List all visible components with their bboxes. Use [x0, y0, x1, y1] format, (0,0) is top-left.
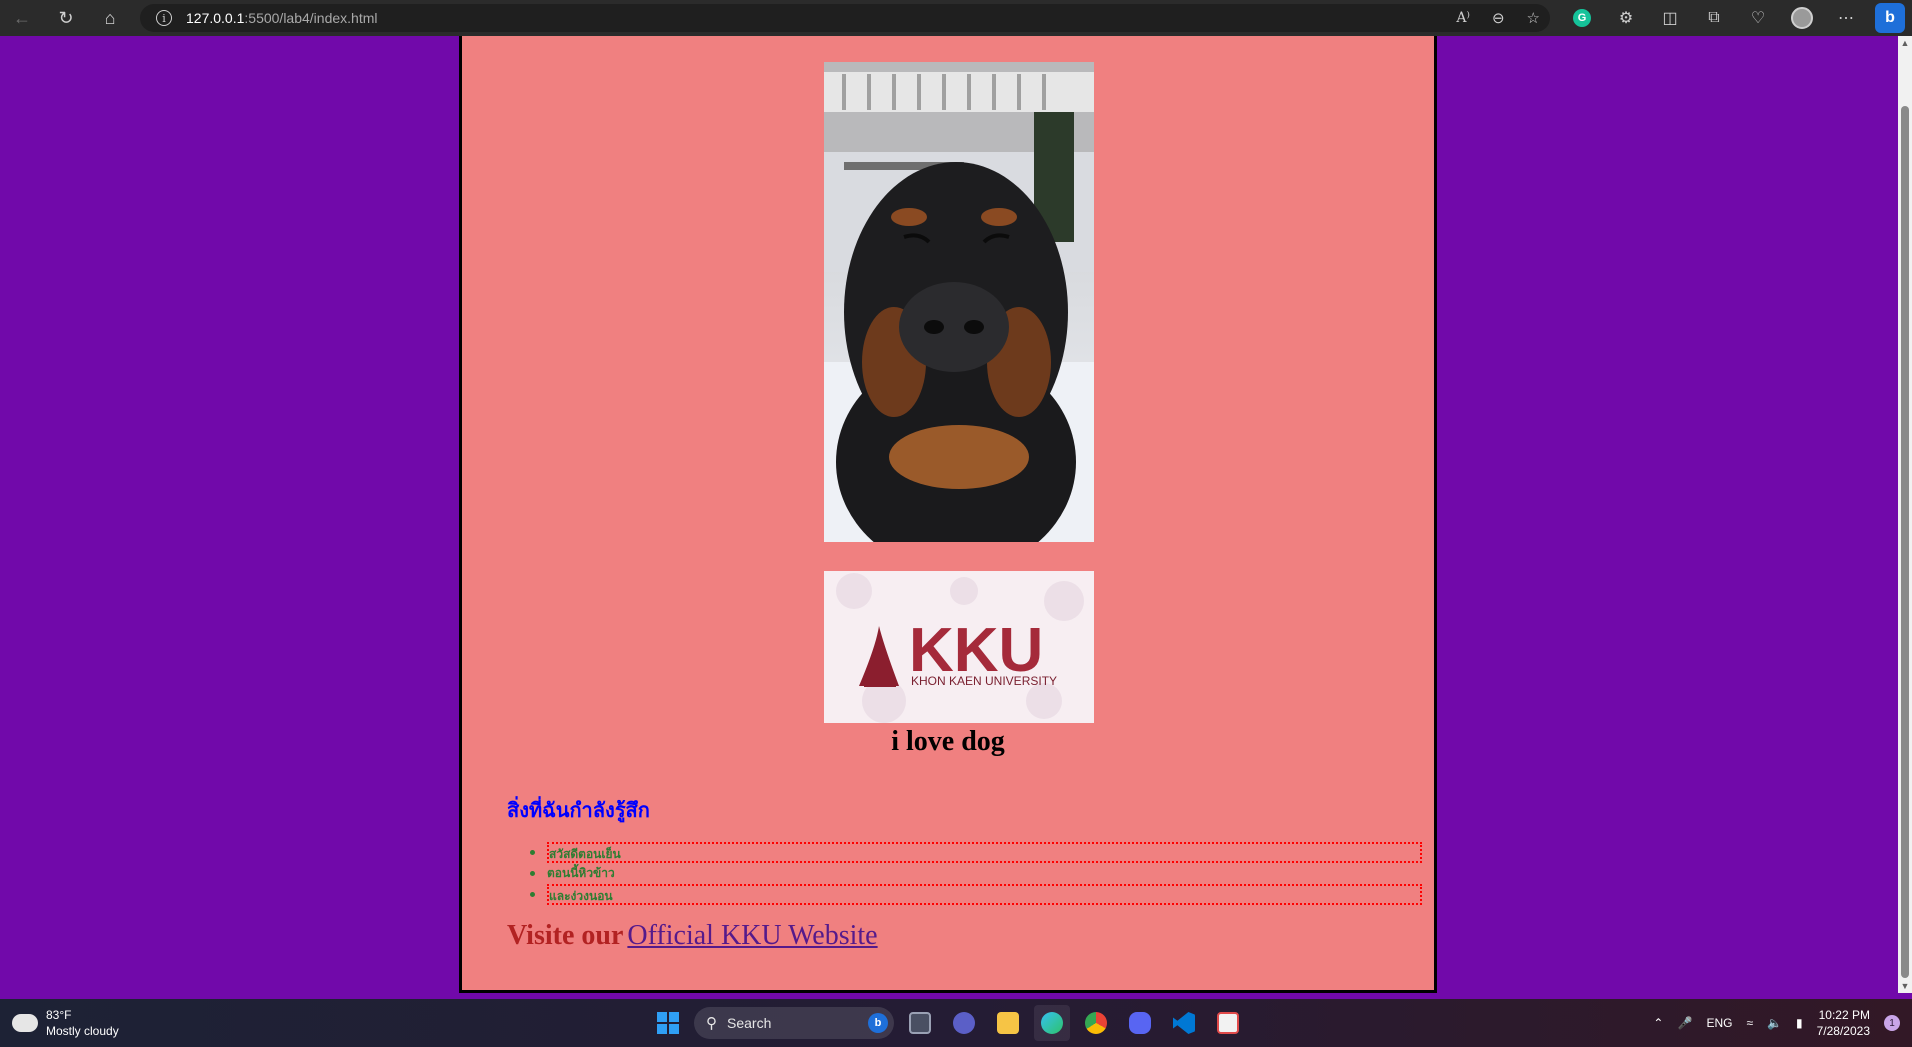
bullet-icon — [530, 871, 535, 876]
logo-subtitle-text: KHON KAEN UNIVERSITY — [911, 674, 1057, 688]
cloud-icon — [9, 1009, 38, 1032]
zoom-out-icon[interactable]: ⊖ — [1492, 9, 1505, 27]
home-icon[interactable]: ⌂ — [88, 0, 132, 36]
visit-line: Visite our Official KKU Website — [507, 920, 878, 952]
list-item: สวัสดีตอนเย็น — [522, 842, 1422, 863]
extensions-icon[interactable]: ⚙ — [1604, 0, 1648, 36]
volume-icon[interactable]: 🔈 — [1767, 1016, 1782, 1030]
start-button[interactable] — [650, 1005, 686, 1041]
chrome-icon[interactable] — [1078, 1005, 1114, 1041]
edge-icon[interactable] — [1034, 1005, 1070, 1041]
list-item: และง่วงนอน — [522, 884, 1422, 905]
browser-essentials-icon[interactable]: ♡ — [1736, 0, 1780, 36]
task-view-icon[interactable] — [902, 1005, 938, 1041]
windows-taskbar: 83°F Mostly cloudy ⚲ Search b ⌃ 🎤 ENG ≈ … — [0, 999, 1912, 1047]
visit-prefix: Visite our — [507, 920, 624, 951]
taskbar-search[interactable]: ⚲ Search b — [694, 1007, 894, 1039]
section-title: สิ่งที่ฉันกำลังรู้สึก — [507, 798, 650, 822]
chevron-up-icon[interactable]: ⌃ — [1653, 1016, 1663, 1030]
bing-copilot-icon[interactable]: b — [1868, 0, 1912, 36]
official-kku-website-link[interactable]: Official KKU Website — [627, 920, 877, 951]
file-explorer-icon[interactable] — [990, 1005, 1026, 1041]
discord-icon[interactable] — [1122, 1005, 1158, 1041]
bullet-icon — [530, 892, 535, 897]
teams-chat-icon[interactable] — [946, 1005, 982, 1041]
list-item: ตอนนี้หิวข้าว — [522, 863, 1422, 884]
microphone-icon[interactable]: 🎤 — [1677, 1016, 1692, 1030]
refresh-icon[interactable]: ↻ — [44, 0, 88, 36]
feelings-list: สวัสดีตอนเย็น ตอนนี้หิวข้าว และง่วงนอน — [522, 842, 1422, 905]
weather-desc: Mostly cloudy — [46, 1024, 119, 1038]
system-tray: ⌃ 🎤 ENG ≈ 🔈 ▮ 10:22 PM 7/28/2023 1 — [1653, 999, 1900, 1047]
clock-time: 10:22 PM — [1818, 1008, 1870, 1022]
list-item-text: และง่วงนอน — [547, 884, 1422, 905]
scroll-down-icon[interactable]: ▼ — [1898, 981, 1912, 991]
page-scrollbar[interactable]: ▲ ▼ — [1898, 36, 1912, 993]
address-bar[interactable]: i 127.0.0.1:5500/lab4/index.html A⁾ ⊖ ☆ — [140, 4, 1550, 32]
url-path: :5500/lab4/index.html — [244, 10, 378, 26]
bing-icon: b — [868, 1013, 888, 1033]
weather-temp: 83°F — [46, 1008, 72, 1022]
windows-logo-icon — [657, 1012, 679, 1034]
snipping-tool-icon[interactable] — [1210, 1005, 1246, 1041]
scroll-thumb[interactable] — [1901, 106, 1909, 978]
settings-more-icon[interactable]: ⋯ — [1824, 0, 1868, 36]
list-item-text: ตอนนี้หิวข้าว — [547, 866, 615, 880]
search-label: Search — [727, 1015, 772, 1031]
wifi-icon[interactable]: ≈ — [1746, 1016, 1753, 1030]
collections-icon[interactable]: ⧉ — [1692, 0, 1736, 36]
grammarly-extension-icon[interactable]: G — [1560, 0, 1604, 36]
dog-photo — [824, 62, 1094, 542]
split-screen-icon[interactable]: ◫ — [1648, 0, 1692, 36]
scroll-up-icon[interactable]: ▲ — [1898, 38, 1912, 48]
kku-logo-image: KKU KHON KAEN UNIVERSITY — [824, 571, 1094, 723]
site-info-icon[interactable]: i — [156, 10, 172, 26]
url-host: 127.0.0.1 — [186, 10, 245, 26]
clock[interactable]: 10:22 PM 7/28/2023 — [1817, 1007, 1870, 1039]
page-content-container: KKU KHON KAEN UNIVERSITY i love dog สิ่ง… — [459, 36, 1437, 993]
language-indicator[interactable]: ENG — [1706, 1016, 1732, 1030]
favorite-star-icon[interactable]: ☆ — [1527, 9, 1540, 27]
clock-date: 7/28/2023 — [1816, 1024, 1870, 1038]
notification-badge[interactable]: 1 — [1884, 1015, 1900, 1031]
browser-toolbar: ← ↻ ⌂ i 127.0.0.1:5500/lab4/index.html A… — [0, 0, 1912, 36]
read-aloud-icon[interactable]: A⁾ — [1456, 10, 1470, 26]
back-icon[interactable]: ← — [0, 0, 44, 36]
page-heading: i love dog — [891, 726, 1005, 757]
bullet-icon — [530, 850, 535, 855]
battery-icon[interactable]: ▮ — [1796, 1016, 1803, 1030]
search-icon: ⚲ — [706, 1015, 717, 1032]
profile-avatar-icon[interactable] — [1780, 0, 1824, 36]
list-item-text: สวัสดีตอนเย็น — [547, 842, 1422, 863]
weather-widget[interactable]: 83°F Mostly cloudy — [9, 1007, 119, 1039]
vscode-icon[interactable] — [1166, 1005, 1202, 1041]
